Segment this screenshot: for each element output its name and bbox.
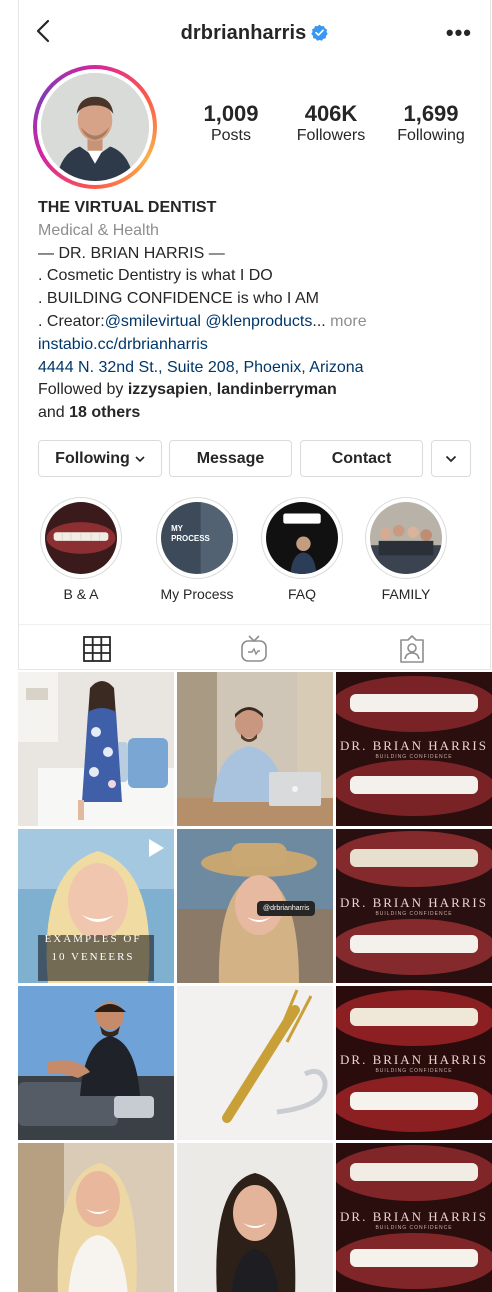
grid-post[interactable]: DR. BRIAN HARRIS BUILDING CONFIDENCE xyxy=(336,986,492,1140)
svg-text:MY: MY xyxy=(171,524,184,533)
post-brand-title: DR. BRIAN HARRIS xyxy=(340,1052,488,1067)
top-bar: drbrianharris ••• xyxy=(19,0,490,60)
bio-line-4: . Creator:@smilevirtual @klenproducts...… xyxy=(38,311,478,334)
display-name: THE VIRTUAL DENTIST xyxy=(38,199,217,216)
following-button-label: Following xyxy=(55,449,130,467)
others-count: 18 others xyxy=(69,404,141,422)
mention-smilevirtual[interactable]: @smilevirtual xyxy=(105,313,201,330)
video-play-icon xyxy=(149,839,164,857)
followers-value: 406K xyxy=(304,101,358,126)
grid-post[interactable]: DR. BRIAN HARRIS BUILDING CONFIDENCE xyxy=(336,672,492,826)
igtv-icon[interactable] xyxy=(239,635,269,663)
verified-badge-icon xyxy=(311,24,329,41)
bio-line-3: . BUILDING CONFIDENCE is who I AM xyxy=(38,290,319,308)
post-brand-subtitle: BUILDING CONFIDENCE xyxy=(375,1068,453,1074)
suggested-accounts-button[interactable] xyxy=(431,440,471,477)
following-button[interactable]: Following xyxy=(38,440,162,477)
highlight-cover-my-process: MY PROCESS xyxy=(161,502,233,574)
chevron-down-icon xyxy=(445,455,457,462)
post-brand-title: DR. BRIAN HARRIS xyxy=(340,1209,488,1224)
avatar-photo xyxy=(41,73,149,181)
bio-line-1: — DR. BRIAN HARRIS — xyxy=(38,244,225,262)
followed-by[interactable]: Followed by izzysapien, landinberryman xyxy=(38,379,478,402)
tagged-icon[interactable] xyxy=(397,635,427,663)
highlight-family[interactable]: FAMILY xyxy=(364,497,448,602)
post-tag-label: @drbrianharris xyxy=(257,901,316,916)
grid-post[interactable]: DR. BRIAN HARRIS BUILDING CONFIDENCE xyxy=(336,1143,492,1292)
highlight-cover-family xyxy=(370,502,442,574)
username-header: drbrianharris xyxy=(19,22,490,45)
message-button[interactable]: Message xyxy=(169,440,292,477)
contact-button[interactable]: Contact xyxy=(300,440,423,477)
posts-count[interactable]: 1,009 Posts xyxy=(181,101,281,147)
grid-post[interactable] xyxy=(177,672,333,826)
following-label: Following xyxy=(397,127,465,145)
followed-by-others[interactable]: and 18 others xyxy=(38,402,478,425)
grid-post[interactable]: DR. BRIAN HARRIS BUILDING CONFIDENCE xyxy=(336,829,492,983)
posts-value: 1,009 xyxy=(203,101,259,126)
highlight-cover-teeth xyxy=(45,502,117,574)
highlight-my-process[interactable]: MY PROCESS My Process xyxy=(155,497,239,602)
post-brand-title: DR. BRIAN HARRIS xyxy=(340,895,488,910)
bio-ellipsis: ... xyxy=(312,312,326,330)
highlight-faq[interactable]: FAQ xyxy=(260,497,344,602)
grid-post[interactable] xyxy=(177,986,333,1140)
followed-by-prefix: Followed by xyxy=(38,381,124,399)
grid-post[interactable] xyxy=(177,1143,333,1292)
more-options-icon[interactable]: ••• xyxy=(446,20,472,46)
profile-stats: 1,009 Posts 406K Followers 1,699 Followi… xyxy=(181,101,481,147)
grid-icon[interactable] xyxy=(82,635,112,663)
highlight-label: FAQ xyxy=(287,586,316,602)
bio-line-2: . Cosmetic Dentistry is what I DO xyxy=(38,267,273,285)
highlight-label: B & A xyxy=(63,586,99,602)
contact-button-label: Contact xyxy=(331,449,392,467)
follower-landinberryman[interactable]: landinberryman xyxy=(217,381,337,398)
highlight-cover-faq xyxy=(266,502,338,574)
bio-more-link[interactable]: more xyxy=(330,313,366,330)
message-button-label: Message xyxy=(196,449,265,467)
mention-klenproducts[interactable]: @klenproducts xyxy=(205,313,312,330)
post-brand-title: DR. BRIAN HARRIS xyxy=(340,738,488,753)
post-brand-subtitle: BUILDING CONFIDENCE xyxy=(375,1225,453,1231)
following-value: 1,699 xyxy=(403,101,459,126)
post-veneers-line1: EXAMPLES OF xyxy=(44,933,142,945)
grid-post[interactable]: EXAMPLES OF 10 VENEERS xyxy=(18,829,174,983)
followers-label: Followers xyxy=(296,127,366,145)
story-highlights: B & A MY PROCESS My Process FAQ FAMILY xyxy=(33,497,473,607)
highlight-label: My Process xyxy=(160,586,234,602)
grid-post[interactable] xyxy=(18,1143,174,1292)
svg-text:PROCESS: PROCESS xyxy=(171,534,210,543)
following-count[interactable]: 1,699 Following xyxy=(381,101,481,147)
post-brand-subtitle: BUILDING CONFIDENCE xyxy=(375,911,453,917)
follower-izzysapien[interactable]: izzysapien xyxy=(128,381,208,398)
chevron-down-icon xyxy=(135,456,145,463)
profile-tabs xyxy=(19,624,490,670)
creator-prefix: . Creator: xyxy=(38,312,105,330)
username: drbrianharris xyxy=(180,22,307,44)
profile-avatar[interactable] xyxy=(33,65,157,189)
website-link[interactable]: instabio.cc/drbrianharris xyxy=(38,334,478,357)
address-link[interactable]: 4444 N. 32nd St., Suite 208, Phoenix, Ar… xyxy=(38,357,478,380)
highlight-b-and-a[interactable]: B & A xyxy=(39,497,123,602)
highlight-label: FAMILY xyxy=(381,586,431,602)
grid-post[interactable] xyxy=(18,672,174,826)
posts-grid: DR. BRIAN HARRIS BUILDING CONFIDENCE EXA… xyxy=(18,672,492,1292)
grid-post[interactable]: @drbrianharris xyxy=(177,829,333,983)
and-prefix: and xyxy=(38,404,65,422)
post-brand-subtitle: BUILDING CONFIDENCE xyxy=(375,754,453,760)
category-label: Medical & Health xyxy=(38,221,159,239)
profile-bio: THE VIRTUAL DENTIST Medical & Health — D… xyxy=(38,197,478,425)
profile-card: drbrianharris ••• 1,009 Posts 406K Follo… xyxy=(18,0,491,670)
grid-post[interactable] xyxy=(18,986,174,1140)
followers-count[interactable]: 406K Followers xyxy=(281,101,381,147)
posts-label: Posts xyxy=(210,127,251,145)
post-veneers-line2: 10 VENEERS xyxy=(51,951,135,963)
